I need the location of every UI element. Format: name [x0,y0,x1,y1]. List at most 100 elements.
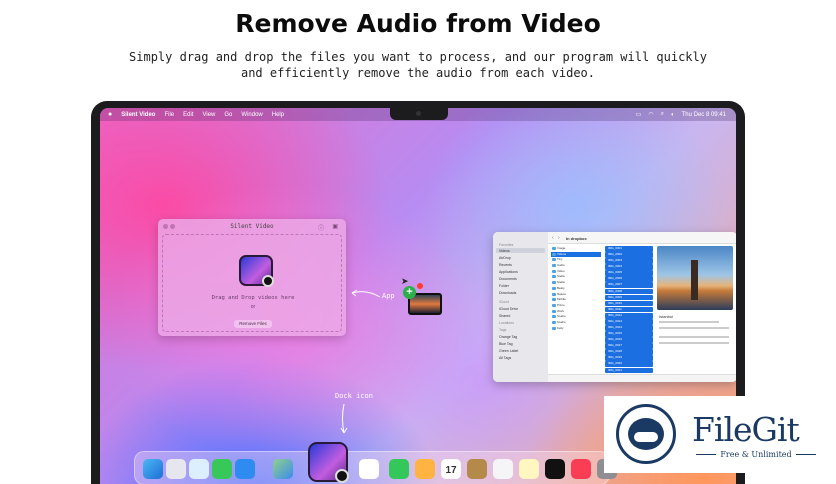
mute-disc-icon [335,469,349,483]
add-plus-icon: + [403,286,416,299]
menu-help[interactable]: Help [272,112,284,118]
finder-window[interactable]: Favorites Videos AirDrop Recents Applica… [493,232,736,382]
stickies-dock-icon[interactable] [519,459,539,479]
dock: 17 [134,442,617,484]
finder-path: In dropbox [566,236,587,241]
file-item[interactable]: IMG_0015 [605,331,653,337]
sidebar-item[interactable]: iCloud Drive [499,307,518,311]
safari-dock-icon[interactable] [189,459,209,479]
file-item[interactable]: IMG_0004 [605,264,653,270]
sidebar-item[interactable]: Blue Tag [499,342,513,346]
menu-app-name[interactable]: Silent Video [121,112,155,118]
back-icon[interactable]: ‹ [552,235,554,241]
file-item[interactable]: IMG_0011 [605,306,653,313]
file-item[interactable]: IMG_0019 [605,355,653,362]
sidebar-item[interactable]: Orange Tag [499,335,517,339]
menu-clock[interactable]: Thu Dec 8 09:41 [682,112,726,118]
finder-toolbar: ‹ › In dropbox [548,232,736,244]
file-item[interactable]: IMG_0010 [605,300,653,307]
notes-dock-icon[interactable] [467,459,487,479]
file-item[interactable]: IMG_0013 [605,318,653,325]
menu-go[interactable]: Go [224,112,232,118]
calendar-dock-icon[interactable]: 17 [441,459,461,479]
sidebar-item: Favorites [499,243,514,247]
file-item[interactable]: IMG_0018 [605,349,653,356]
sidebar-item[interactable]: All Tags [499,356,511,360]
file-item[interactable]: IMG_0017 [605,343,653,349]
file-item[interactable]: IMG_0009 [605,294,653,301]
sidebar-item[interactable]: Videos [499,249,510,253]
sidebar-item[interactable]: AirDrop [499,256,511,260]
file-item[interactable]: IMG_0008 [605,288,653,295]
messages-dock-icon[interactable] [212,459,232,479]
info-line [659,321,719,323]
file-item[interactable]: IMG_0007 [605,282,653,289]
music-dock-icon[interactable] [571,459,591,479]
battery-icon[interactable]: ▭ [636,111,642,118]
info-line [659,342,729,344]
sidebar-item[interactable]: Documents [499,277,517,281]
file-item[interactable]: IMG_0003 [605,258,653,264]
photos-dock-icon[interactable] [359,459,379,479]
menu-window[interactable]: Window [241,112,262,118]
menu-view[interactable]: View [202,112,215,118]
tagline-rule [696,454,716,455]
sidebar-item[interactable]: Folder [499,284,509,288]
sidebar-item[interactable]: Recents [499,263,512,267]
drop-instruction: Drag and Drop videos here [211,295,295,301]
filegit-tagline: Free & Unlimited [720,450,792,459]
file-item[interactable]: IMG_0001 [605,246,653,252]
facetime-dock-icon[interactable] [389,459,409,479]
tv-dock-icon[interactable] [545,459,565,479]
forward-icon[interactable]: › [558,235,560,241]
camera-notch [390,108,448,120]
reminders-dock-icon[interactable] [493,459,513,479]
launchpad-dock-icon[interactable] [166,459,186,479]
page-headline: Remove Audio from Video [235,9,601,38]
drop-zone[interactable]: Drag and Drop videos here or Remove File… [162,234,342,332]
file-item[interactable]: IMG_0002 [605,252,653,258]
mute-disc-icon [262,275,274,287]
folder-item[interactable]: Kelly [551,326,601,332]
file-item[interactable]: IMG_0014 [605,325,653,331]
tagline-rule [796,454,816,455]
menu-file[interactable]: File [164,112,174,118]
remove-files-button[interactable]: Remove Files [234,320,272,328]
sidebar-item[interactable]: Applications [499,270,518,274]
sidebar-item[interactable]: Shared [499,314,510,318]
file-item[interactable]: IMG_0016 [605,337,653,343]
maps-dock-icon[interactable] [273,459,293,479]
tower-silhouette [691,260,698,300]
subline-1: Simply drag and drop the files you want … [129,50,707,64]
menu-edit[interactable]: Edit [183,112,193,118]
sidebar-item: Locations [499,321,514,325]
file-item[interactable]: IMG_0021 [605,367,653,374]
app-annotation: App [382,292,395,300]
sketch-dock-icon[interactable] [415,459,435,479]
file-item[interactable]: IMG_0006 [605,276,653,283]
sidebar-item: Tags [499,328,507,332]
info-icon[interactable]: ⓘ [318,223,324,232]
sidebar-item: iCloud [499,300,509,304]
control-center-icon[interactable]: ◐ [671,112,675,118]
search-icon[interactable]: ⌕ [661,111,664,118]
wifi-icon[interactable]: ◠ [648,111,653,118]
or-label: or [250,304,256,310]
apple-menu-icon[interactable]: ● [108,111,112,118]
mail-dock-icon[interactable] [235,459,255,479]
finder-path-bar [548,374,736,382]
silent-video-dock-icon[interactable] [308,442,349,483]
finder-dock-icon[interactable] [143,459,163,479]
settings-icon[interactable]: ▣ [332,223,338,230]
file-item[interactable]: IMG_0020 [605,361,653,368]
sidebar-item[interactable]: Green Label [499,349,518,353]
finder-column-2: IMG_0001 IMG_0002 IMG_0003 IMG_0004 IMG_… [605,246,653,380]
file-item[interactable]: IMG_0005 [605,270,653,276]
finder-sidebar: Favorites Videos AirDrop Recents Applica… [493,232,548,382]
silent-video-window[interactable]: Silent Video ⓘ ▣ Drag and Drop videos he… [158,219,346,336]
filegit-badge: FileGit Free & Unlimited [604,396,825,473]
sidebar-item[interactable]: Downloads [499,291,516,295]
silent-video-app-icon [239,255,274,287]
file-item[interactable]: IMG_0012 [605,312,653,319]
filegit-name: FileGit [692,410,800,449]
